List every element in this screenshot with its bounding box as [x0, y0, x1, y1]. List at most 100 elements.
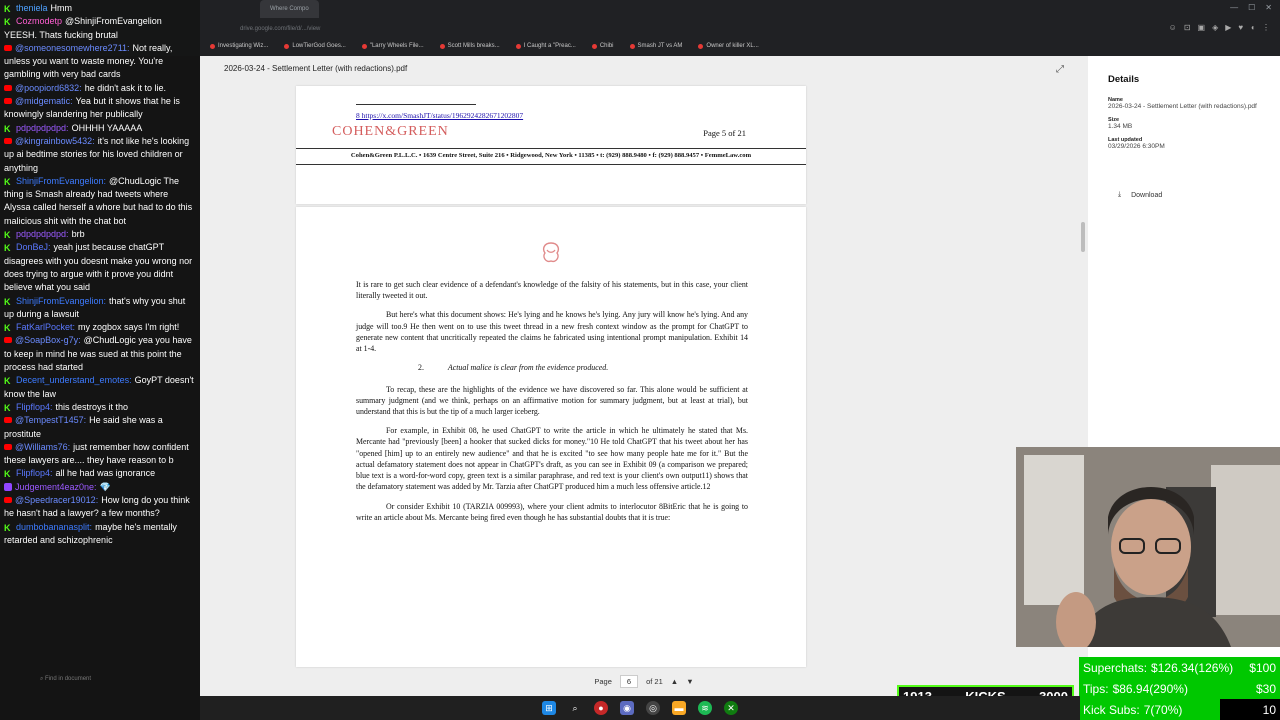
spotify-icon[interactable]: ≋	[698, 701, 712, 715]
chat-message: @kingrainbow5432: it's not like he's look…	[4, 135, 196, 175]
chat-username[interactable]: @someonesomewhere2711:	[15, 43, 130, 53]
bookmark-item[interactable]: Scott Mills breaks...	[439, 43, 500, 49]
chat-username[interactable]: Decent_understand_emotes:	[16, 375, 132, 385]
search-icon[interactable]: ⌕	[568, 701, 582, 715]
chat-username[interactable]: @Speedracer19012:	[15, 495, 98, 505]
chat-username[interactable]: Cozmodetp	[16, 16, 62, 26]
folder-icon[interactable]: ▬	[672, 701, 686, 715]
close-icon[interactable]: ✕	[1265, 3, 1272, 12]
tab-bar: Where Compo	[200, 0, 1280, 18]
url-text[interactable]: drive.google.com/file/d/.../view	[240, 26, 320, 32]
stat-goal: $100	[1249, 660, 1276, 675]
browser-tab[interactable]: Where Compo	[260, 0, 319, 18]
kick-badge-icon: K	[4, 376, 11, 387]
chat-message: @Speedracer19012: How long do you think h…	[4, 494, 196, 521]
chat-username[interactable]: ShinjiFromEvangelion:	[16, 296, 106, 306]
bookmark-item[interactable]: I Caught a "Preac...	[515, 43, 576, 49]
chat-username[interactable]: pdpdpdpdpd:	[16, 123, 69, 133]
chat-username[interactable]: pdpdpdpdpd:	[16, 229, 69, 239]
chat-message: @Williams76: just remember how confident …	[4, 441, 196, 468]
favicon-icon	[629, 43, 635, 49]
minimize-icon[interactable]: —	[1230, 3, 1238, 12]
bookmark-item[interactable]: Owner of killer XL...	[698, 43, 759, 49]
file-title: 2026-03-24 - Settlement Letter (with red…	[224, 64, 408, 73]
chat-username[interactable]: @SoapBox-g7y:	[15, 335, 81, 345]
paragraph: It is rare to get such clear evidence of…	[356, 280, 748, 301]
bookmark-item[interactable]: Chibi	[591, 43, 614, 49]
youtube-badge-icon	[4, 417, 12, 424]
favicon-icon	[591, 43, 597, 49]
chat-username[interactable]: FatKarlPocket:	[16, 322, 75, 332]
chat-username[interactable]: Flipflop4:	[16, 402, 53, 412]
page-up-icon[interactable]: ▲	[671, 677, 678, 686]
bookmark-icon[interactable]: ⊡	[1184, 23, 1191, 32]
stat-row: Kick Subs: 7(70%) 10	[1079, 699, 1280, 720]
bookmark-item[interactable]: LowTierGod Goes...	[284, 43, 346, 49]
chat-username[interactable]: Flipflop4:	[16, 468, 53, 478]
chat-username[interactable]: @midgematic:	[15, 96, 73, 106]
browser-icon[interactable]: ◎	[646, 701, 660, 715]
find-label: Find in document	[45, 676, 92, 682]
letterhead-divider	[296, 164, 806, 165]
chat-message: K FatKarlPocket: my zogbox says I'm right!	[4, 321, 196, 334]
donation-stats: Superchats: $126.34(126%) $100 Tips: $86.94(…	[1079, 657, 1280, 720]
kick-badge-icon: K	[4, 4, 11, 14]
obs-icon[interactable]: ●	[594, 701, 608, 715]
download-icon[interactable]: ▣	[1198, 23, 1206, 32]
kick-badge-icon: K	[4, 17, 11, 28]
stat-left: Tips: $86.94(290%)	[1083, 682, 1188, 696]
chat-message: K Flipflop4: this destroys it tho	[4, 401, 196, 414]
media-icon[interactable]: ▶	[1225, 23, 1231, 32]
chat-message: @midgematic: Yea but it shows that he is …	[4, 95, 196, 122]
screen: Where Compo — ☐ ✕ drive.google.com/file/…	[0, 0, 1280, 720]
bookmark-item[interactable]: Investigating Wiz...	[210, 43, 268, 49]
chat-message: K Cozmodetp @ShinjiFromEvangelion YEESH. T…	[4, 15, 196, 42]
chat-username[interactable]: @Williams76:	[15, 442, 70, 452]
chat-username[interactable]: @poopiord6832:	[15, 83, 82, 93]
xbox-icon[interactable]: ✕	[724, 701, 738, 715]
page-down-icon[interactable]: ▼	[686, 677, 693, 686]
maximize-icon[interactable]: ☐	[1248, 3, 1255, 12]
bookmark-label: LowTierGod Goes...	[292, 43, 346, 49]
download-label: Download	[1131, 191, 1163, 199]
shield-icon[interactable]: ◈	[1212, 23, 1218, 32]
chat-message: Kpdpdpdpdpd: OHHHH YAAAAA	[4, 122, 196, 135]
pdf-page-5: 8 https://x.com/SmashJT/status/196292428…	[296, 86, 806, 204]
paragraph: For example, in Exhibit 08, he used Chat…	[356, 426, 748, 492]
youtube-badge-icon	[4, 337, 12, 344]
letterhead: Cohen&Green P.L.L.C. • 1639 Centre Stree…	[350, 152, 752, 159]
kick-badge-icon: K	[4, 176, 11, 187]
chat-username[interactable]: DonBeJ:	[16, 242, 51, 252]
windows-start-icon[interactable]: ⊞	[542, 701, 556, 715]
address-bar[interactable]: drive.google.com/file/d/.../view	[200, 20, 1280, 38]
kick-badge-icon: K	[4, 469, 11, 480]
chat-username[interactable]: @TempestT1457:	[15, 415, 86, 425]
download-button[interactable]: ⤓ Download	[1118, 191, 1260, 199]
chat-username[interactable]: ShinjiFromEvangelion:	[16, 176, 106, 186]
menu-icon[interactable]: ⋮	[1262, 23, 1270, 32]
stat-value: $126.34(126%)	[1151, 660, 1234, 675]
scroll-thumb[interactable]	[1081, 222, 1085, 252]
bookmark-label: Scott Mills breaks...	[447, 43, 500, 49]
expand-icon[interactable]: ⤢	[1056, 64, 1064, 75]
letterhead-divider	[296, 148, 806, 149]
bookmark-label: Investigating Wiz...	[218, 43, 269, 49]
page-number-input[interactable]: 6	[619, 674, 639, 688]
smile-icon[interactable]: ☺	[1169, 23, 1177, 32]
chat-username[interactable]: dumbobananasplit:	[16, 522, 92, 532]
name-value: 2026-03-24 - Settlement Letter (with red…	[1108, 103, 1257, 110]
chat-overlay: Ktheniela Hmm K Cozmodetp @ShinjiFromEvangel…	[0, 0, 200, 720]
footnote-link[interactable]: 8 https://x.com/SmashJT/status/196292428…	[356, 111, 523, 120]
discord-icon[interactable]: ◉	[620, 701, 634, 715]
bookmark-item[interactable]: "Larry Wheels File...	[361, 43, 424, 49]
stat-goal: $30	[1255, 681, 1276, 696]
chat-username[interactable]: theniela	[16, 3, 48, 13]
volume-icon[interactable]: ◖	[1250, 23, 1255, 32]
chat-username[interactable]: @kingrainbow5432:	[15, 136, 95, 146]
bookmark-item[interactable]: Smash JT vs AM	[629, 43, 682, 49]
heart-icon[interactable]: ♥	[1238, 23, 1243, 32]
chat-username[interactable]: Judgement4eaz0ne:	[15, 482, 97, 492]
youtube-badge-icon	[4, 443, 12, 450]
bookmark-label: Owner of killer XL...	[706, 43, 759, 49]
favicon-icon	[515, 43, 521, 49]
